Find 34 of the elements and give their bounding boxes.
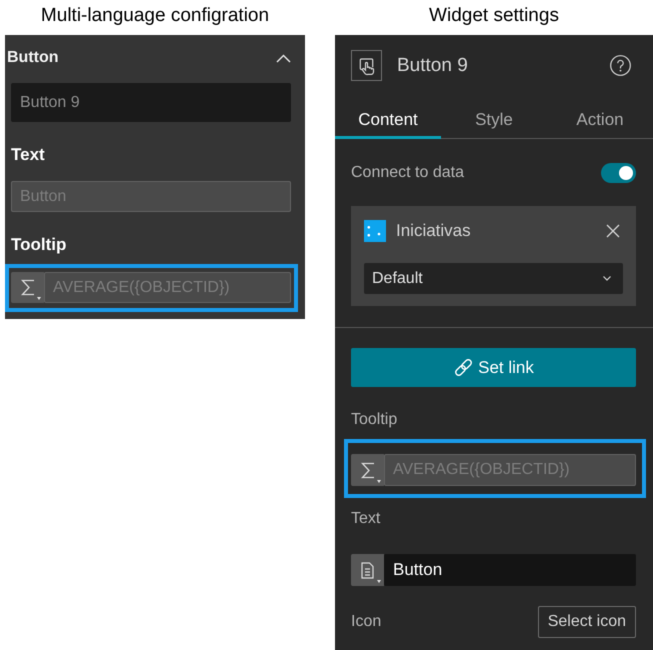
field-label: Text: [11, 145, 45, 165]
data-source-name: Iniciativas: [396, 221, 472, 241]
field-label: Tooltip: [351, 410, 398, 430]
select-icon-button[interactable]: Select icon: [538, 606, 636, 638]
section-title: Button: [7, 49, 59, 67]
document-icon: [361, 562, 374, 578]
connect-label: Connect to data: [351, 164, 464, 182]
sigma-icon: [360, 462, 374, 478]
field-label: Icon: [351, 613, 382, 631]
field-label: Text: [351, 509, 380, 529]
tab[interactable]: Content: [335, 100, 441, 139]
caret-icon: [377, 580, 381, 583]
set-link-button[interactable]: Set link: [351, 348, 636, 387]
close-icon[interactable]: [606, 224, 620, 238]
hand-pointer-icon: [351, 50, 382, 81]
chevron-up-icon[interactable]: [276, 54, 291, 62]
link-icon: [453, 357, 474, 378]
dots-square-icon: [364, 220, 386, 242]
sigma-icon: [20, 279, 34, 296]
caret-icon: [37, 297, 41, 300]
toggle-switch[interactable]: [601, 163, 636, 183]
tab[interactable]: Action: [547, 100, 653, 139]
chevron-down-icon: [603, 276, 611, 281]
view-dropdown[interactable]: Default: [364, 263, 623, 294]
widget-title: Button 9: [397, 54, 469, 76]
panel-caption: Multi-language configration: [40, 4, 270, 28]
text-field[interactable]: Button: [384, 554, 636, 586]
field-label: Tooltip: [11, 235, 66, 255]
help-icon[interactable]: [610, 55, 631, 76]
tab[interactable]: Style: [441, 100, 547, 139]
caret-icon: [377, 480, 381, 483]
panel-caption: Widget settings: [428, 4, 560, 28]
document-button[interactable]: [351, 554, 384, 586]
text-field[interactable]: Button 9: [11, 83, 291, 122]
